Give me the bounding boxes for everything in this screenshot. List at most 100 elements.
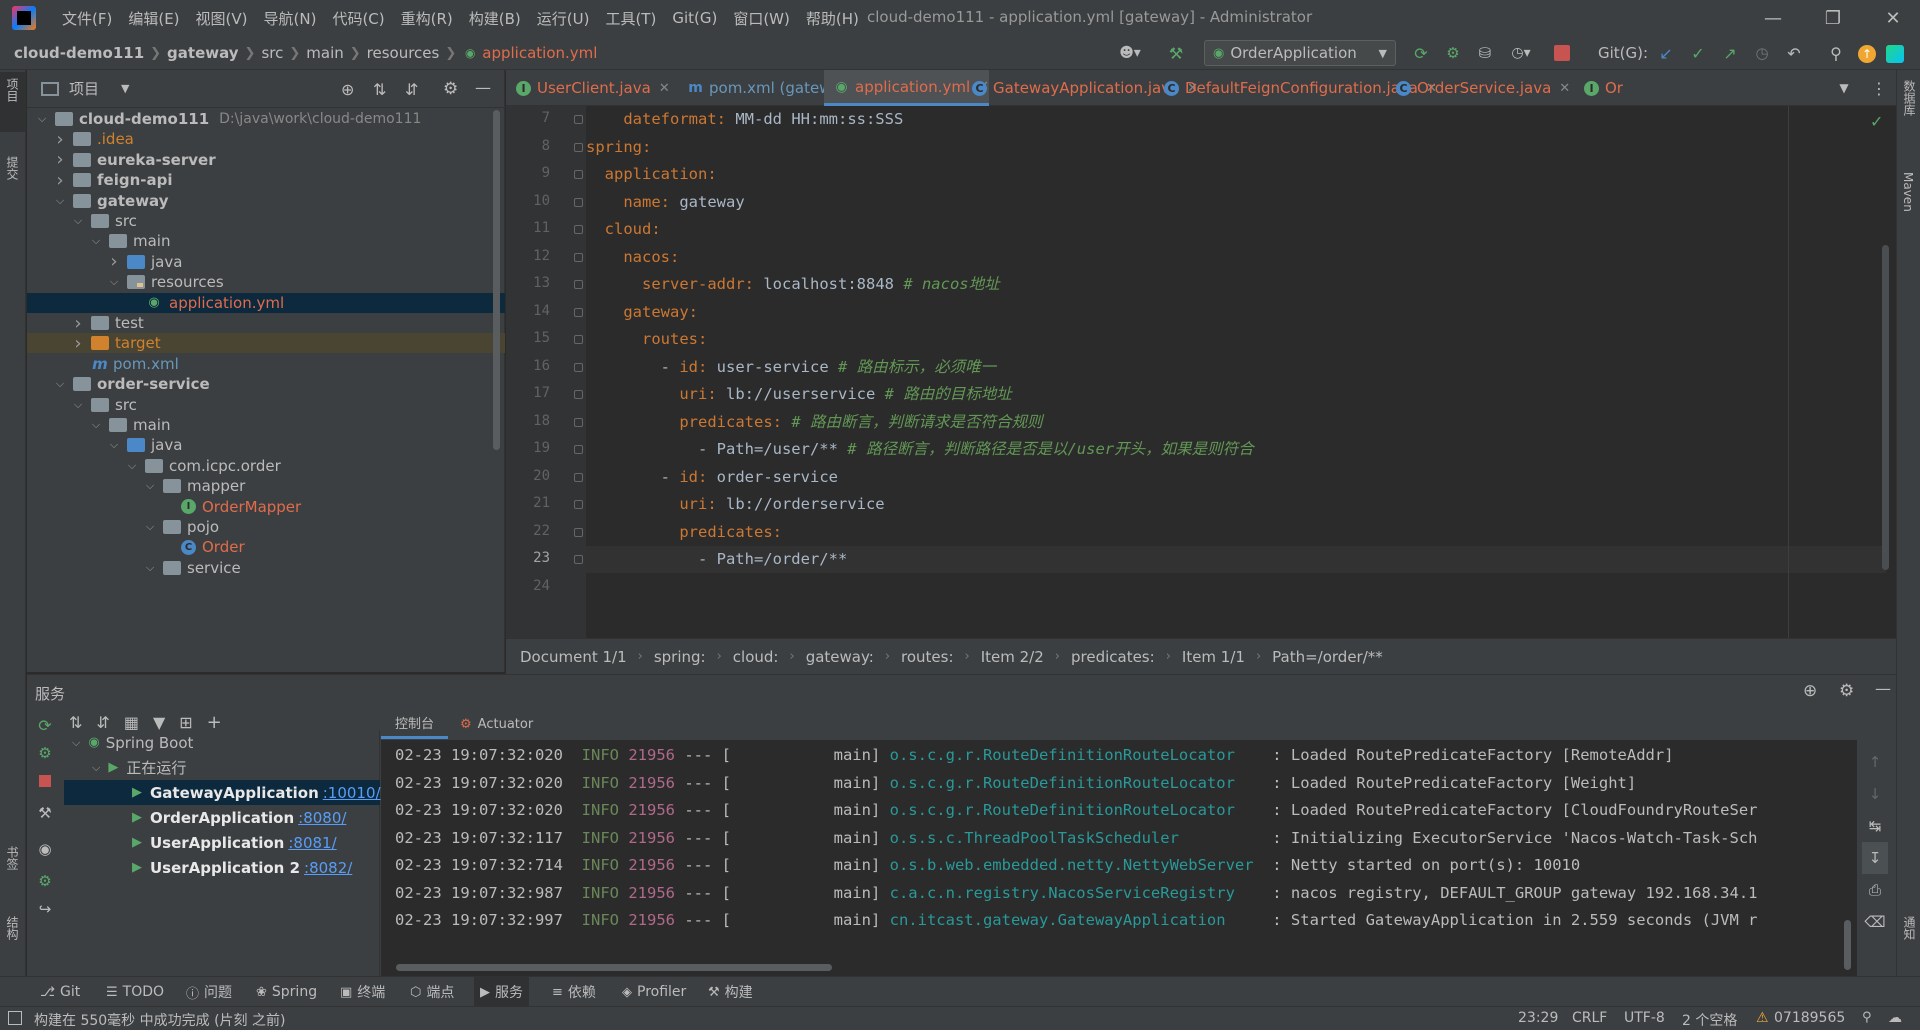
tree-item[interactable]: › .idea [27, 129, 505, 150]
line-separator[interactable]: CRLF [1572, 1010, 1607, 1026]
chevron-right-icon[interactable]: › [53, 170, 67, 191]
search-icon[interactable]: ⚲ [1826, 43, 1846, 63]
gear-icon[interactable]: ⚙ [1839, 681, 1854, 701]
service-port-link[interactable]: :10010/ [323, 784, 381, 802]
service-item[interactable]: ⌵ ◉ Spring Boot [64, 730, 380, 755]
tool-window-button[interactable]: ⎇ Git [34, 977, 86, 1007]
collapse-all-icon[interactable]: ⇵ [405, 80, 418, 99]
coverage-icon[interactable]: ⛁ [1474, 43, 1496, 63]
log-class[interactable]: o.s.b.web.embedded.netty.NettyWebServer [890, 856, 1263, 874]
more-actions-icon[interactable]: ⋮ [1871, 78, 1887, 98]
fold-marker-icon[interactable] [574, 252, 583, 262]
tree-item[interactable]: ⌵ com.icpc.order [27, 456, 505, 476]
tool-window-button[interactable]: ⬡ 端点 [404, 977, 460, 1007]
fold-marker-icon[interactable] [574, 142, 583, 152]
chevron-down-icon[interactable]: ▼ [121, 82, 129, 95]
tree-item[interactable]: ◉ application.yml [27, 292, 505, 313]
fold-marker-icon[interactable] [574, 225, 583, 234]
fold-marker-icon[interactable] [574, 280, 583, 289]
menu-item[interactable]: 窗口(W) [725, 8, 798, 29]
fold-marker-icon[interactable] [574, 335, 583, 344]
commit-tool-button[interactable]: 提交 [0, 150, 25, 210]
fold-marker-icon[interactable] [574, 417, 583, 427]
log-class[interactable]: o.s.c.g.r.RouteDefinitionRouteLocator [890, 774, 1263, 792]
git-push-icon[interactable]: ↗ [1720, 43, 1740, 63]
group-icon[interactable]: ▦ [124, 713, 139, 732]
tree-item[interactable]: ⌵ gateway [27, 191, 505, 211]
build-hammer-icon[interactable]: ⚒ [1165, 43, 1187, 63]
breadcrumb-main[interactable]: main [306, 44, 343, 62]
chevron-right-icon[interactable]: › [71, 313, 85, 334]
service-item[interactable]: ▶ OrderApplication:8080/ [64, 805, 380, 830]
chevron-right-icon[interactable]: › [53, 149, 67, 170]
globe-icon[interactable]: ⊕ [1803, 681, 1817, 701]
menu-item[interactable]: 文件(F) [54, 8, 120, 29]
menu-item[interactable]: 工具(T) [597, 8, 664, 29]
chevron-down-icon[interactable]: ⌵ [107, 438, 121, 452]
update-available-icon[interactable]: ↑ [1858, 45, 1876, 63]
fold-marker-icon[interactable] [574, 527, 583, 537]
notifications-tool-button[interactable]: 通知 [1897, 910, 1920, 970]
run-config-select[interactable]: ◉ OrderApplication ▼ [1204, 40, 1396, 66]
service-item[interactable]: ▶ GatewayApplication:10010/ [64, 780, 381, 805]
stop-icon[interactable] [33, 767, 57, 795]
fold-marker-icon[interactable] [574, 115, 583, 124]
menu-item[interactable]: 重构(R) [393, 8, 461, 29]
service-port-link[interactable]: :8080/ [298, 809, 346, 827]
chevron-down-icon[interactable]: ⌵ [53, 194, 67, 208]
gear-icon[interactable]: ⚙ [443, 79, 458, 99]
lock-icon[interactable]: ⚲ [1862, 1010, 1872, 1025]
status-panel-icon[interactable] [8, 1011, 22, 1025]
tool-window-button[interactable]: ≡ 依赖 [546, 977, 602, 1007]
indent-setting[interactable]: 2 个空格 [1682, 1010, 1737, 1030]
trash-icon[interactable]: ⌫ [1862, 906, 1888, 938]
fold-marker-icon[interactable] [574, 555, 583, 564]
rerun-icon[interactable]: ⟳ [33, 711, 57, 739]
git-update-icon[interactable]: ↙ [1656, 43, 1676, 63]
chevron-right-icon[interactable]: › [107, 251, 121, 272]
tabs-dropdown-icon[interactable]: ▼ [1836, 80, 1852, 96]
maven-tool-button[interactable]: Maven [1897, 166, 1920, 246]
expand-all-icon[interactable]: ⇅ [373, 80, 386, 99]
locate-icon[interactable]: ⊕ [341, 80, 354, 99]
wrench-icon[interactable]: ⚒ [33, 795, 57, 831]
tree-item[interactable]: › feign-api [27, 170, 505, 191]
breadcrumb-resources[interactable]: resources [367, 44, 440, 62]
log-class[interactable]: o.s.c.g.r.RouteDefinitionRouteLocator [890, 746, 1263, 764]
fold-marker-icon[interactable] [574, 362, 583, 372]
editor-breadcrumb-item[interactable]: Item 2/2 [981, 648, 1044, 666]
file-encoding[interactable]: UTF-8 [1624, 1010, 1665, 1026]
chevron-down-icon[interactable]: ⌵ [71, 214, 85, 228]
camera-icon[interactable]: ◉ [33, 831, 57, 867]
profile-icon[interactable]: ◷▾ [1506, 43, 1536, 63]
minimize-panel-icon[interactable]: — [1875, 679, 1891, 698]
print-icon[interactable]: ⎙ [1862, 874, 1888, 906]
breadcrumb-file[interactable]: application.yml [482, 44, 597, 62]
chevron-right-icon[interactable]: › [53, 129, 67, 150]
service-item[interactable]: ▶ UserApplication:8081/ [64, 830, 380, 855]
chevron-down-icon[interactable]: ⌵ [143, 561, 157, 575]
close-tab-icon[interactable]: ✕ [1559, 81, 1570, 96]
tree-item[interactable]: ⌵ service [27, 558, 505, 578]
console-tab[interactable]: 控制台 [381, 709, 449, 739]
tool-window-button[interactable]: ▣ 终端 [334, 977, 391, 1007]
breadcrumb-project[interactable]: cloud-demo111 [14, 44, 144, 62]
fold-marker-icon[interactable] [574, 472, 583, 482]
menu-item[interactable]: 视图(V) [188, 8, 256, 29]
project-panel-title[interactable]: 项目 [69, 78, 99, 99]
caret-position[interactable]: 23:29 [1518, 1010, 1558, 1026]
close-icon[interactable]: ✕ [1870, 0, 1916, 36]
editor-breadcrumb-item[interactable]: predicates: [1071, 648, 1155, 666]
structure-tool-button[interactable]: 结构 [0, 910, 25, 960]
chevron-down-icon[interactable]: ⌵ [35, 112, 49, 126]
menu-item[interactable]: 编辑(E) [120, 8, 187, 29]
scroll-to-end-icon[interactable]: ↧ [1862, 842, 1888, 874]
tree-item[interactable]: › java [27, 251, 505, 272]
service-item[interactable]: ▶ UserApplication 2:8082/ [64, 855, 380, 880]
chevron-down-icon[interactable]: ⌵ [92, 761, 100, 775]
editor-tab[interactable]: C OrderService.java ✕ [1386, 70, 1570, 106]
actuator-tab[interactable]: ⚙ Actuator [448, 709, 545, 739]
jetbrains-toolbox-icon[interactable] [1886, 45, 1904, 63]
tree-item[interactable]: ⌵ src [27, 395, 505, 415]
project-tool-button[interactable]: 项目 [0, 72, 25, 132]
